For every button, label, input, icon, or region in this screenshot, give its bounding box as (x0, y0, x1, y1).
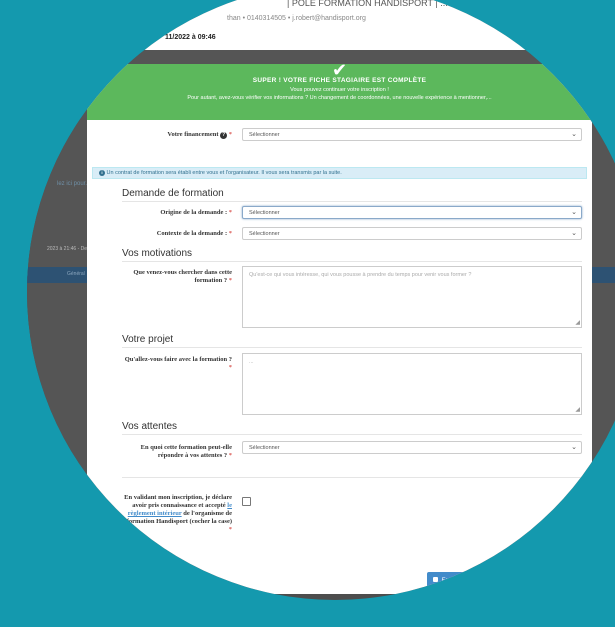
success-title: SUPER ! VOTRE FICHE STAGIAIRE EST COMPLÈ… (252, 77, 427, 84)
chevron-down-icon: ⌄ (571, 209, 577, 216)
financement-label: Votre financement ? * (167, 131, 232, 139)
financement-select[interactable]: Sélectionner ⌄ (242, 128, 582, 141)
circular-crop: | PÔLE FORMATION HANDISPORT | ... than •… (27, 0, 615, 600)
background-topbar: | PÔLE FORMATION HANDISPORT | ... than •… (27, 0, 615, 50)
background-band-text: Général (67, 271, 85, 277)
origine-label: Origine de la demande : * (160, 209, 232, 216)
background-contact: than • 0140314505 • j.robert@handisport.… (227, 15, 366, 22)
info-icon: i (99, 170, 105, 176)
projet-label: Qu'allez-vous faire avec la formation ? … (124, 356, 232, 371)
divider (122, 347, 582, 348)
background-breadcrumb: | PÔLE FORMATION HANDISPORT | ... (287, 0, 448, 8)
divider (122, 434, 582, 435)
section-demande: Demande de formation (122, 188, 224, 199)
section-attentes: Vos attentes (122, 421, 178, 432)
success-line-2: Pour autant, avez-vous vérifier vos info… (187, 95, 492, 101)
validate-button[interactable]: ✔ Valider (488, 572, 548, 590)
save-button[interactable]: Enregistrer (427, 572, 485, 590)
divider (122, 201, 582, 202)
consent-label: En validant mon inscription, je déclare … (124, 494, 232, 533)
success-banner: ✔ SUPER ! VOTRE FICHE STAGIAIRE EST COMP… (87, 60, 592, 120)
section-projet: Votre projet (122, 334, 174, 345)
resize-grip-icon[interactable]: ◢ (575, 319, 580, 326)
divider (122, 261, 582, 262)
resize-grip-icon[interactable]: ◢ (575, 406, 580, 413)
attentes-select[interactable]: Sélectionner ⌄ (242, 441, 582, 454)
attentes-label: En quoi cette formation peut-elle répond… (140, 444, 232, 459)
motivation-textarea[interactable]: Qu'est-ce qui vous intéresse, qui vous p… (242, 266, 582, 328)
contexte-label: Contexte de la demande : * (156, 230, 232, 237)
divider (122, 477, 582, 478)
consent-checkbox[interactable] (242, 497, 251, 506)
chevron-down-icon: ⌄ (571, 444, 577, 451)
chevron-down-icon: ⌄ (571, 230, 577, 237)
success-line-1: Vous pouvez continuer votre inscription … (290, 87, 389, 93)
info-text: Un contrat de formation sera établi entr… (106, 170, 342, 176)
floppy-icon (433, 577, 438, 582)
projet-textarea[interactable]: ... ◢ (242, 353, 582, 415)
question-icon: ? (220, 132, 228, 139)
origine-select[interactable]: Sélectionner ⌄ (242, 206, 582, 219)
section-motivations: Vos motivations (122, 248, 193, 259)
chevron-down-icon: ⌄ (571, 131, 577, 138)
info-alert: i Un contrat de formation sera établi en… (92, 167, 587, 179)
contexte-select[interactable]: Sélectionner ⌄ (242, 227, 582, 240)
background-link: lez ici pour... (57, 181, 91, 187)
check-icon: ✔ (494, 578, 500, 584)
background-date: 11/2022 à 09:46 (165, 34, 216, 41)
motivation-label: Que venez-vous chercher dans cette forma… (133, 269, 232, 284)
registration-modal: ✔ SUPER ! VOTRE FICHE STAGIAIRE EST COMP… (87, 60, 592, 594)
